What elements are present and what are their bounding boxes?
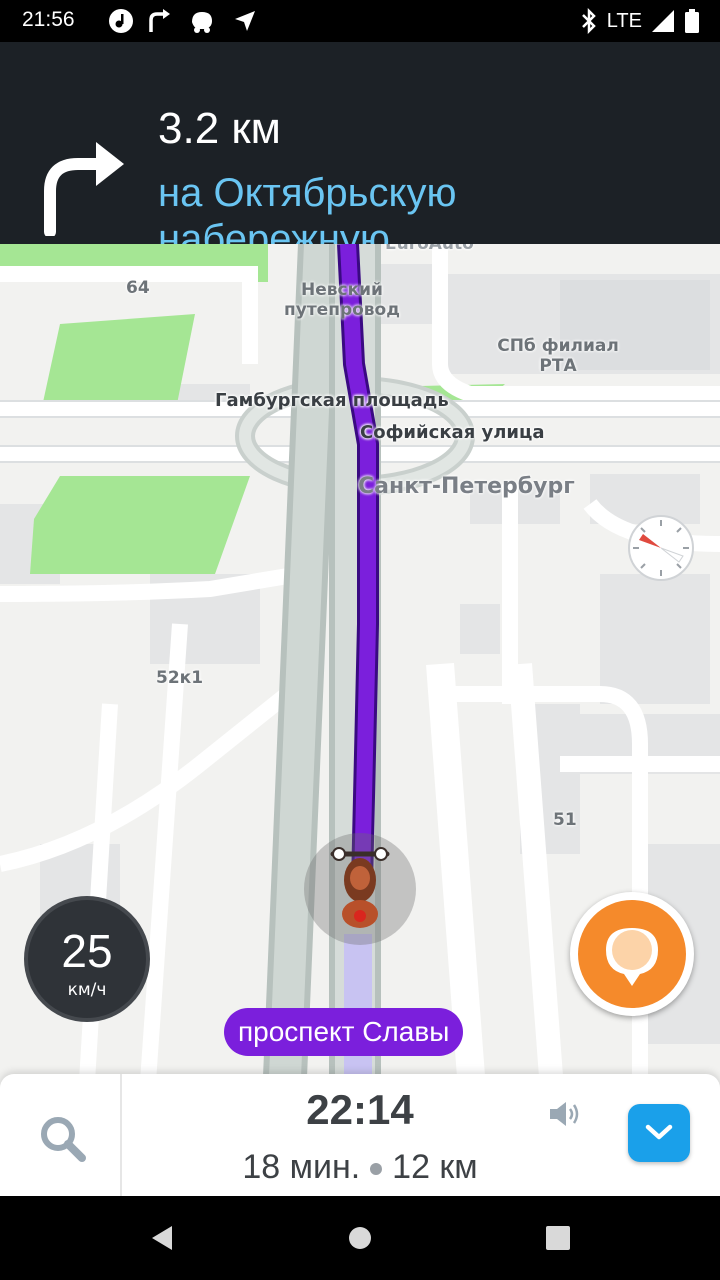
expand-menu-button[interactable] <box>628 1104 690 1162</box>
battery-icon <box>685 9 699 33</box>
status-right: LTE <box>579 8 700 34</box>
navigation-banner[interactable]: 3.2 км на Октябрьскую набережную <box>0 42 720 269</box>
map-label-top: EuroAuto <box>385 244 474 254</box>
trip-summary[interactable]: 18 мин. 12 км <box>190 1148 530 1187</box>
speedometer: 25 км/ч <box>24 896 150 1022</box>
status-bar: 21:56 LTE <box>0 0 720 42</box>
system-navigation-bar <box>0 1196 720 1280</box>
back-icon[interactable] <box>144 1220 180 1256</box>
location-arrow-icon <box>235 11 255 31</box>
trip-duration: 18 мин. <box>242 1148 361 1186</box>
separator-dot <box>370 1163 383 1176</box>
status-time: 21:56 <box>22 8 75 31</box>
arrival-time[interactable]: 22:14 <box>240 1086 480 1134</box>
map-label-51: 51 <box>553 810 577 830</box>
bottom-panel: 22:14 18 мин. 12 км <box>0 1074 720 1196</box>
recents-icon[interactable] <box>540 1220 576 1256</box>
vehicle-scooter-icon <box>304 833 416 945</box>
report-pin-icon <box>606 928 658 986</box>
turn-notification-icon <box>149 9 170 32</box>
sound-icon[interactable] <box>548 1100 582 1128</box>
waze-icon <box>192 12 212 33</box>
compass-icon[interactable] <box>627 514 695 582</box>
signal-icon <box>652 10 674 32</box>
report-button[interactable] <box>570 892 694 1016</box>
map-label-nevsky: Невский путепровод <box>284 280 400 320</box>
home-icon[interactable] <box>342 1220 378 1256</box>
chevron-down-icon <box>645 1124 673 1140</box>
map-label-52k1: 52к1 <box>156 668 204 688</box>
map-label-sofiyskaya: Софийская улица <box>360 422 545 443</box>
map-label-hamburg-square: Гамбургская площадь <box>215 390 449 411</box>
speed-unit: км/ч <box>67 980 107 1000</box>
speed-value: 25 <box>61 925 113 977</box>
current-street-label: проспект Славы <box>224 1008 464 1056</box>
bluetooth-icon <box>581 8 596 34</box>
search-button[interactable] <box>0 1074 122 1196</box>
trip-distance: 12 км <box>392 1148 478 1186</box>
turn-right-icon <box>44 142 124 236</box>
network-type: LTE <box>606 9 642 32</box>
maneuver-distance: 3.2 км <box>158 104 281 153</box>
search-icon <box>41 1117 86 1162</box>
map-label-city: Санкт-Петербург <box>358 474 575 499</box>
report-button-face <box>578 900 686 1008</box>
music-icon <box>109 9 133 33</box>
map-label-spb-filial: СПб филиал РТА <box>497 336 619 376</box>
map-label-64: 64 <box>126 278 150 298</box>
